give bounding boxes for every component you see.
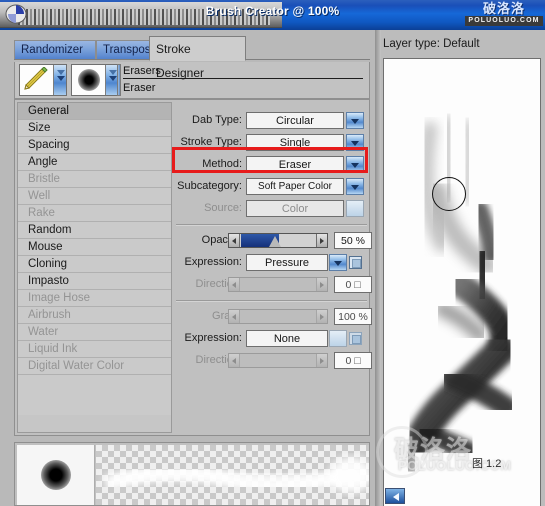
dab-shape-preview [17, 445, 95, 505]
tab-stroke-designer[interactable]: Stroke Designer [149, 36, 246, 80]
brush-creator-window: Brush Creator @ 100% 破洛洛 POLUOLUO.COM Ra… [0, 0, 545, 506]
opacity-expression-checkbox[interactable] [349, 256, 362, 269]
dab-dot-icon [72, 65, 105, 95]
grain-direction-slider [228, 353, 328, 368]
opacity-row: Opacity: 50 % [174, 230, 372, 251]
dab-type-label: Dab Type: [192, 114, 242, 126]
nav-item-well: Well [18, 188, 171, 205]
watermark-en-text: POLUOLUO.COM [465, 16, 543, 26]
opacity-direction-left-arrow [229, 278, 240, 291]
stroke-type-row: Stroke Type: Single [174, 132, 369, 153]
window-title: Brush Creator @ 100% [205, 4, 340, 18]
settings-divider-2 [176, 300, 367, 302]
stroke-designer-panel: General Size Spacing Angle Bristle Well … [14, 99, 372, 436]
nav-item-digital-water-color: Digital Water Color [18, 358, 171, 375]
brush-name-grip [117, 64, 121, 96]
stroke-type-value[interactable]: Single [246, 134, 344, 151]
stroke-type-dropdown-arrow[interactable] [346, 134, 364, 151]
opacity-slider-right-arrow[interactable] [316, 234, 327, 247]
nav-item-general[interactable]: General [18, 103, 171, 120]
grain-slider-left-arrow [229, 310, 240, 323]
source-label: Source: [204, 202, 242, 214]
opacity-expression-row: Expression: Pressure [174, 252, 369, 273]
opacity-expression-value[interactable]: Pressure [246, 254, 328, 271]
grain-value: 100 % [334, 308, 372, 325]
nav-item-image-hose: Image Hose [18, 290, 171, 307]
layer-type-label: Layer type: Default [383, 38, 480, 50]
source-dropdown-arrow [346, 200, 364, 217]
settings-divider-1 [176, 224, 367, 226]
nav-item-liquid-ink: Liquid Ink [18, 341, 171, 358]
tab-strip: Randomizer Transposer Stroke Designer [0, 30, 370, 80]
dab-preview-picker[interactable] [71, 64, 119, 96]
grain-expression-label: Expression: [184, 332, 242, 344]
subcategory-dropdown-arrow[interactable] [346, 178, 364, 195]
nav-item-angle[interactable]: Angle [18, 154, 171, 171]
opacity-slider-thumb[interactable] [269, 236, 281, 247]
pane-left-edge [375, 30, 381, 506]
grain-row: Grain: 100 % [174, 306, 372, 327]
method-value[interactable]: Eraser [246, 156, 344, 173]
grain-expression-checkbox [349, 332, 362, 345]
general-settings-pane: Dab Type: Circular Stroke Type: Single M… [174, 102, 372, 433]
opacity-expression-dropdown-arrow[interactable] [329, 254, 347, 271]
grain-slider [228, 309, 328, 324]
method-row: Method: Eraser [174, 154, 369, 175]
nav-item-random[interactable]: Random [18, 222, 171, 239]
opacity-direction-slider [228, 277, 328, 292]
nav-item-spacing[interactable]: Spacing [18, 137, 171, 154]
method-label: Method: [202, 158, 242, 170]
grain-expression-row: Expression: None [174, 328, 369, 349]
watermark-cn-text: 破洛洛 [482, 1, 525, 16]
grain-direction-left-arrow [229, 354, 240, 367]
grain-direction-value: 0 □ [334, 352, 372, 369]
stroke-type-label: Stroke Type: [180, 136, 242, 148]
grain-expression-dropdown-arrow [329, 330, 347, 347]
title-bar: Brush Creator @ 100% 破洛洛 POLUOLUO.COM [0, 0, 545, 30]
brush-cursor-ring [432, 177, 466, 211]
source-row: Source: Color [174, 198, 369, 219]
nav-item-size[interactable]: Size [18, 120, 171, 137]
subcategory-value[interactable]: Soft Paper Color [246, 178, 344, 195]
dab-shape-icon [40, 460, 71, 490]
brush-preview-strip [14, 442, 370, 506]
nav-empty-space [18, 375, 171, 415]
opacity-direction-value: 0 □ [334, 276, 372, 293]
dab-type-row: Dab Type: Circular [174, 110, 369, 131]
nav-item-rake: Rake [18, 205, 171, 222]
nav-item-water: Water [18, 324, 171, 341]
brush-category-dropdown-arrow[interactable] [53, 65, 66, 95]
dab-type-dropdown-arrow[interactable] [346, 112, 364, 129]
subcategory-row: Subcategory: Soft Paper Color [174, 176, 369, 197]
canvas-preview-pane: Layer type: Default [375, 30, 545, 506]
nav-item-cloning[interactable]: Cloning [18, 256, 171, 273]
canvas-preview[interactable] [383, 58, 541, 506]
settings-nav-list[interactable]: General Size Spacing Angle Bristle Well … [17, 102, 172, 433]
grain-slider-right-arrow [316, 310, 327, 323]
nav-item-mouse[interactable]: Mouse [18, 239, 171, 256]
previous-page-button[interactable] [385, 488, 405, 504]
opacity-slider-left-arrow[interactable] [229, 234, 240, 247]
opacity-direction-row: Direction: 0 □ [174, 274, 372, 295]
grain-direction-right-arrow [316, 354, 327, 367]
dab-type-value[interactable]: Circular [246, 112, 344, 129]
nav-item-bristle: Bristle [18, 171, 171, 188]
opacity-value[interactable]: 50 % [334, 232, 372, 249]
watermark-top: 破洛洛 POLUOLUO.COM [465, 1, 543, 29]
source-value: Color [246, 200, 344, 217]
tab-randomizer[interactable]: Randomizer [14, 40, 96, 60]
brush-category-picker[interactable] [19, 64, 67, 96]
nav-item-airbrush: Airbrush [18, 307, 171, 324]
nav-item-impasto[interactable]: Impasto [18, 273, 171, 290]
stroke-preview [96, 445, 369, 505]
subcategory-label: Subcategory: [177, 180, 242, 192]
method-dropdown-arrow[interactable] [346, 156, 364, 173]
figure-caption: 图 1.2 [472, 458, 502, 470]
opacity-direction-right-arrow [316, 278, 327, 291]
grain-expression-value[interactable]: None [246, 330, 328, 347]
opacity-slider[interactable] [228, 233, 328, 248]
opacity-expression-label: Expression: [184, 256, 242, 268]
grain-direction-row: Direction: 0 □ [174, 350, 372, 371]
pencil-icon [20, 65, 53, 95]
